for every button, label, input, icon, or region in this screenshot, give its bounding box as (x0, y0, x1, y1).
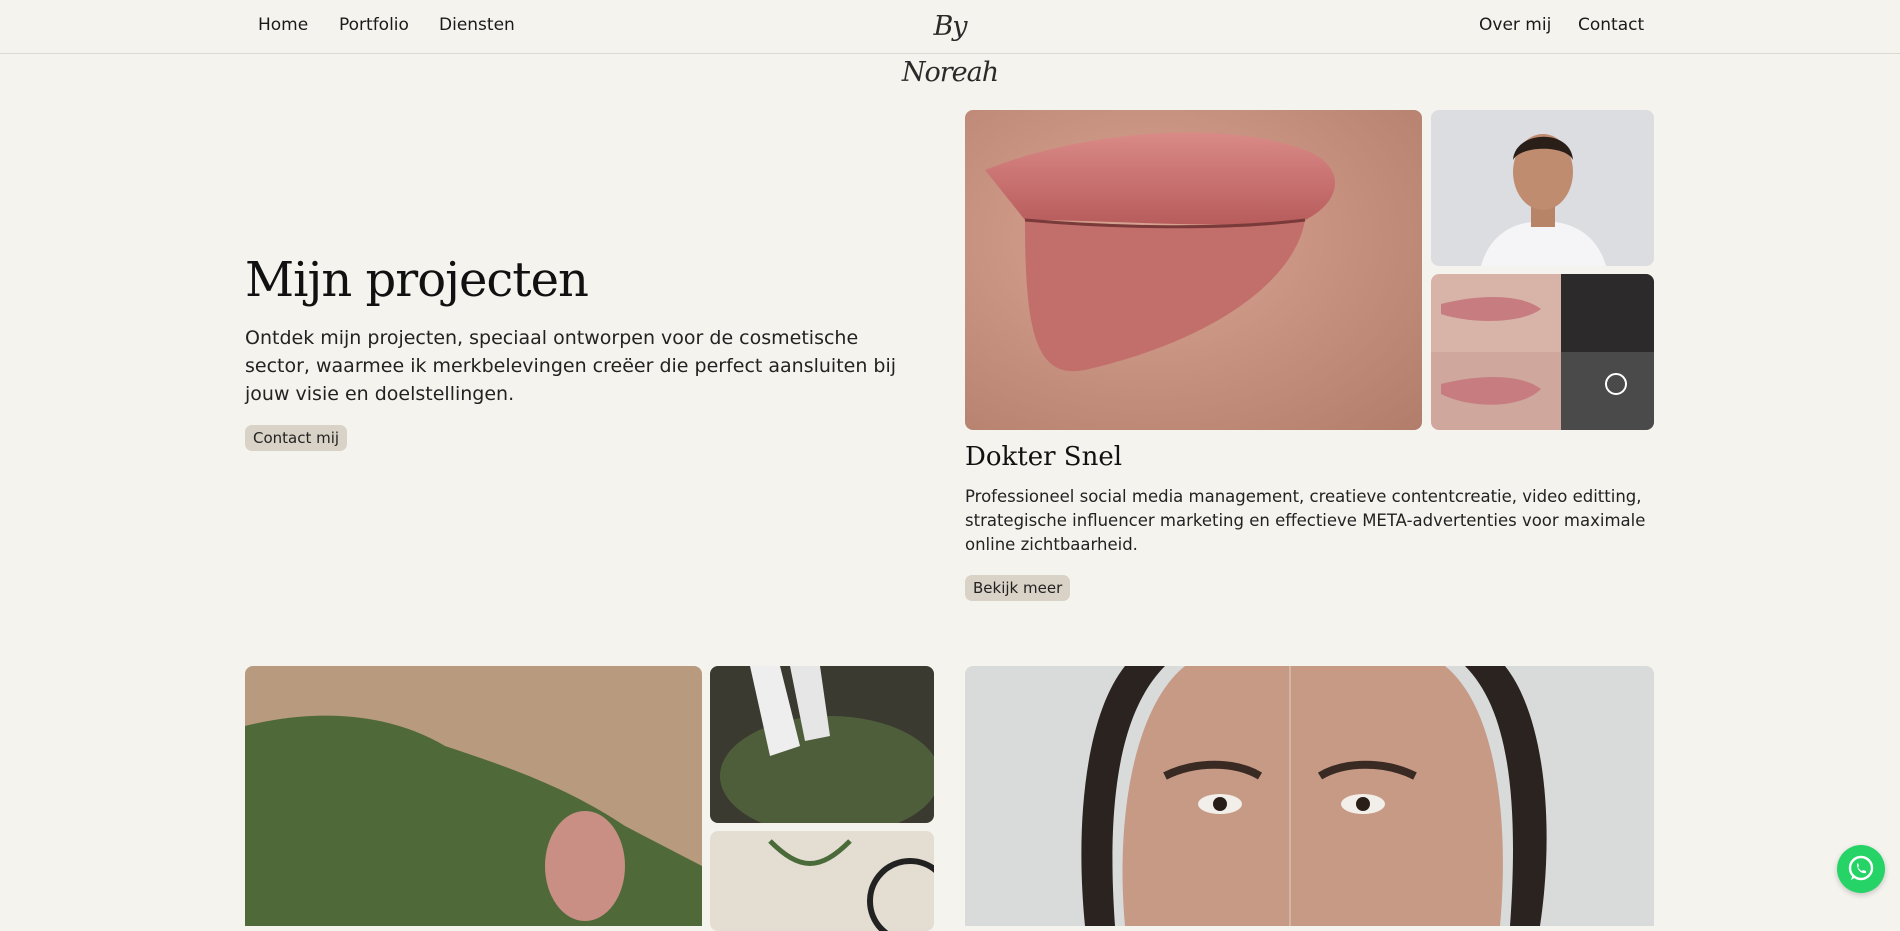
doctor-portrait-photo[interactable] (1431, 110, 1654, 266)
logo[interactable]: By Noreah (888, 4, 1012, 88)
interior-photo[interactable] (710, 831, 934, 931)
contact-mij-button[interactable]: Contact mij (245, 425, 348, 451)
mask-treatment-photo[interactable] (710, 666, 934, 823)
project-title: Dokter Snel (965, 442, 1123, 472)
nav-portfolio-link[interactable]: Portfolio (339, 15, 409, 35)
top-navigation: Home Portfolio Diensten By Noreah Over m… (0, 0, 1900, 88)
face-before-after-photo[interactable] (965, 666, 1654, 926)
nav-over-mij-link[interactable]: Over mij (1479, 15, 1551, 35)
hero-description: Ontdek mijn projecten, speciaal ontworpe… (245, 327, 897, 405)
whatsapp-button[interactable] (1837, 845, 1885, 893)
nav-diensten-link[interactable]: Diensten (439, 15, 515, 35)
green-mask-photo[interactable] (245, 666, 702, 926)
nav-home-link[interactable]: Home (258, 15, 308, 35)
nav-contact-link[interactable]: Contact (1578, 15, 1644, 35)
page-title: Mijn projecten (245, 252, 589, 308)
bekijk-meer-button[interactable]: Bekijk meer (965, 575, 1071, 601)
project-lips-photo[interactable] (965, 110, 1422, 430)
lips-before-after-photo[interactable] (1431, 274, 1654, 430)
whatsapp-icon (1837, 855, 1885, 897)
project-description: Professioneel social media management, c… (965, 487, 1646, 554)
